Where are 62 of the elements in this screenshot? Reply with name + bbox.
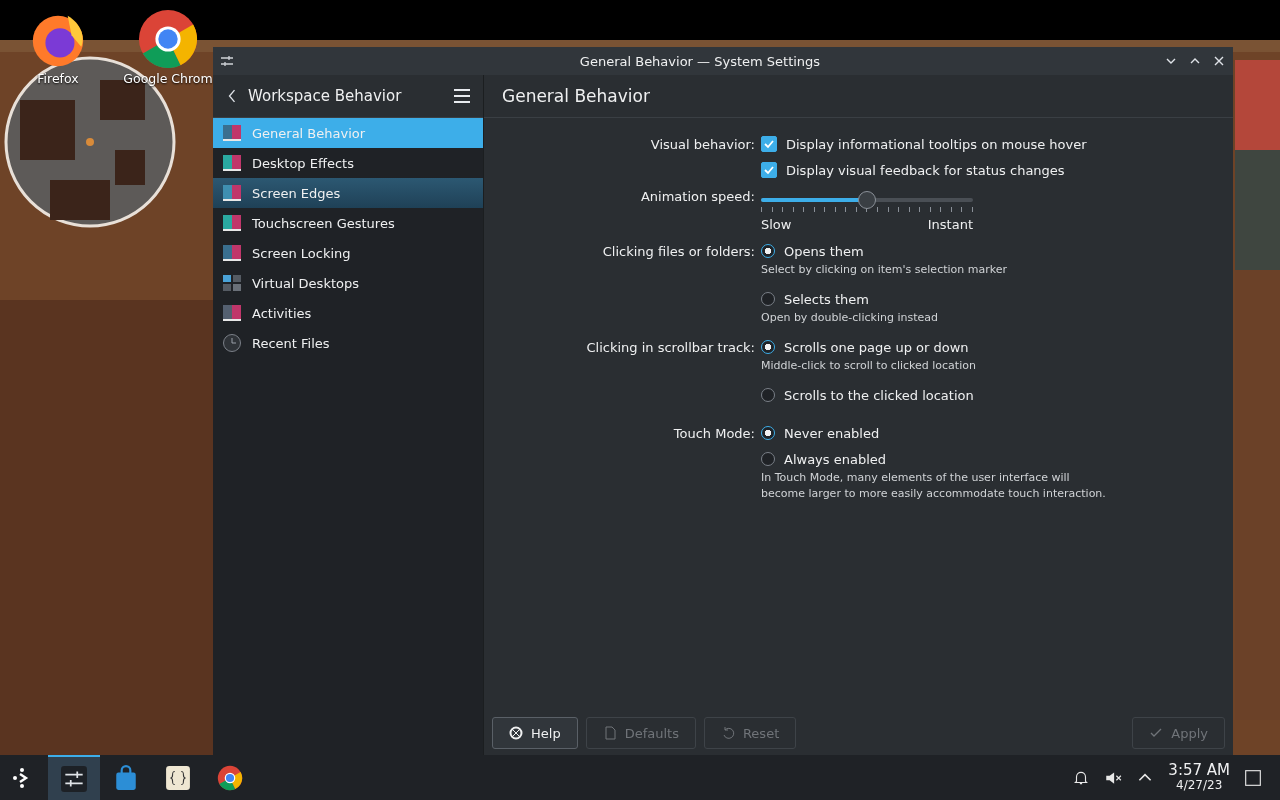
- radio-button[interactable]: [761, 426, 775, 440]
- checkbox-label[interactable]: Display visual feedback for status changes: [786, 162, 1065, 178]
- sliders-icon: [61, 765, 87, 792]
- screen-icon: [222, 123, 242, 143]
- radio-label[interactable]: Opens them: [784, 243, 864, 259]
- field-label: Animation speed:: [640, 188, 755, 204]
- radio-button[interactable]: [761, 244, 775, 258]
- sidebar-item[interactable]: Touchscreen Gestures: [213, 208, 483, 238]
- screen-icon: [222, 183, 242, 203]
- sidebar-item[interactable]: Desktop Effects: [213, 148, 483, 178]
- clock-date[interactable]: 4/27/23: [1176, 777, 1223, 793]
- shopping-bag-icon: [113, 764, 139, 791]
- field-label: Clicking in scrollbar track:: [586, 339, 755, 355]
- braces-icon: [165, 764, 191, 791]
- checkbox-label[interactable]: Display informational tooltips on mouse hover: [786, 136, 1087, 152]
- radio-label[interactable]: Never enabled: [784, 425, 880, 441]
- window-title: General Behavior — System Settings: [578, 53, 822, 69]
- menu-icon[interactable]: [454, 89, 470, 103]
- screen-icon: [222, 153, 242, 173]
- radio-button[interactable]: [761, 452, 775, 466]
- slider-min-label: Slow: [761, 217, 792, 232]
- hint-text: Middle-click to scroll to clicked location: [761, 358, 977, 374]
- document-icon: [602, 726, 617, 740]
- field-label: Touch Mode:: [673, 425, 755, 441]
- help-button[interactable]: Help: [492, 717, 578, 749]
- radio-button[interactable]: [761, 388, 775, 402]
- screen-icon: [222, 303, 242, 323]
- field-label: Visual behavior:: [650, 136, 755, 152]
- screen-icon: [222, 213, 242, 233]
- lifebuoy-icon: [509, 726, 523, 740]
- clock-time[interactable]: 3:57 AM: [1168, 762, 1230, 778]
- field-label: Clicking files or folders:: [602, 243, 755, 259]
- radio-button[interactable]: [761, 292, 775, 306]
- sidebar-item[interactable]: Virtual Desktops: [213, 268, 483, 298]
- hint-text: In Touch Mode, many elements of the user interface will become larger to more easily accommodate touch interaction.: [761, 470, 1107, 502]
- sidebar-item[interactable]: Screen Edges: [213, 178, 483, 208]
- checkbox[interactable]: [761, 162, 777, 178]
- chrome-style-icon: [217, 764, 243, 791]
- radio-label[interactable]: Scrolls to the clicked location: [784, 387, 974, 403]
- sidebar-item[interactable]: Activities: [213, 298, 483, 328]
- radio-label[interactable]: Selects them: [784, 291, 869, 307]
- checkbox[interactable]: [761, 136, 777, 152]
- sidebar-item[interactable]: Screen Locking: [213, 238, 483, 268]
- sidebar-title: Workspace Behavior: [248, 87, 403, 105]
- show-desktop-icon[interactable]: [1244, 768, 1262, 787]
- sliders-icon: [219, 53, 235, 69]
- radio-label[interactable]: Always enabled: [784, 451, 887, 467]
- desktop-icon-label[interactable]: Firefox: [37, 71, 79, 86]
- radio-button[interactable]: [761, 340, 775, 354]
- task-button[interactable]: [48, 755, 100, 800]
- close-icon[interactable]: [1213, 55, 1225, 67]
- page-title: General Behavior: [502, 86, 650, 106]
- screen-icon: [222, 243, 242, 263]
- hint-text: Select by clicking on item's selection marker: [761, 262, 1008, 278]
- clock-icon: [222, 333, 242, 353]
- grid-icon: [222, 273, 242, 293]
- radio-label[interactable]: Scrolls one page up or down: [784, 339, 969, 355]
- back-icon[interactable]: [227, 88, 237, 104]
- hint-text: Open by double-clicking instead: [761, 310, 939, 326]
- chrome-style-icon[interactable]: [137, 8, 199, 70]
- sidebar-item[interactable]: Recent Files: [213, 328, 483, 358]
- slider-max-label: Instant: [927, 217, 973, 232]
